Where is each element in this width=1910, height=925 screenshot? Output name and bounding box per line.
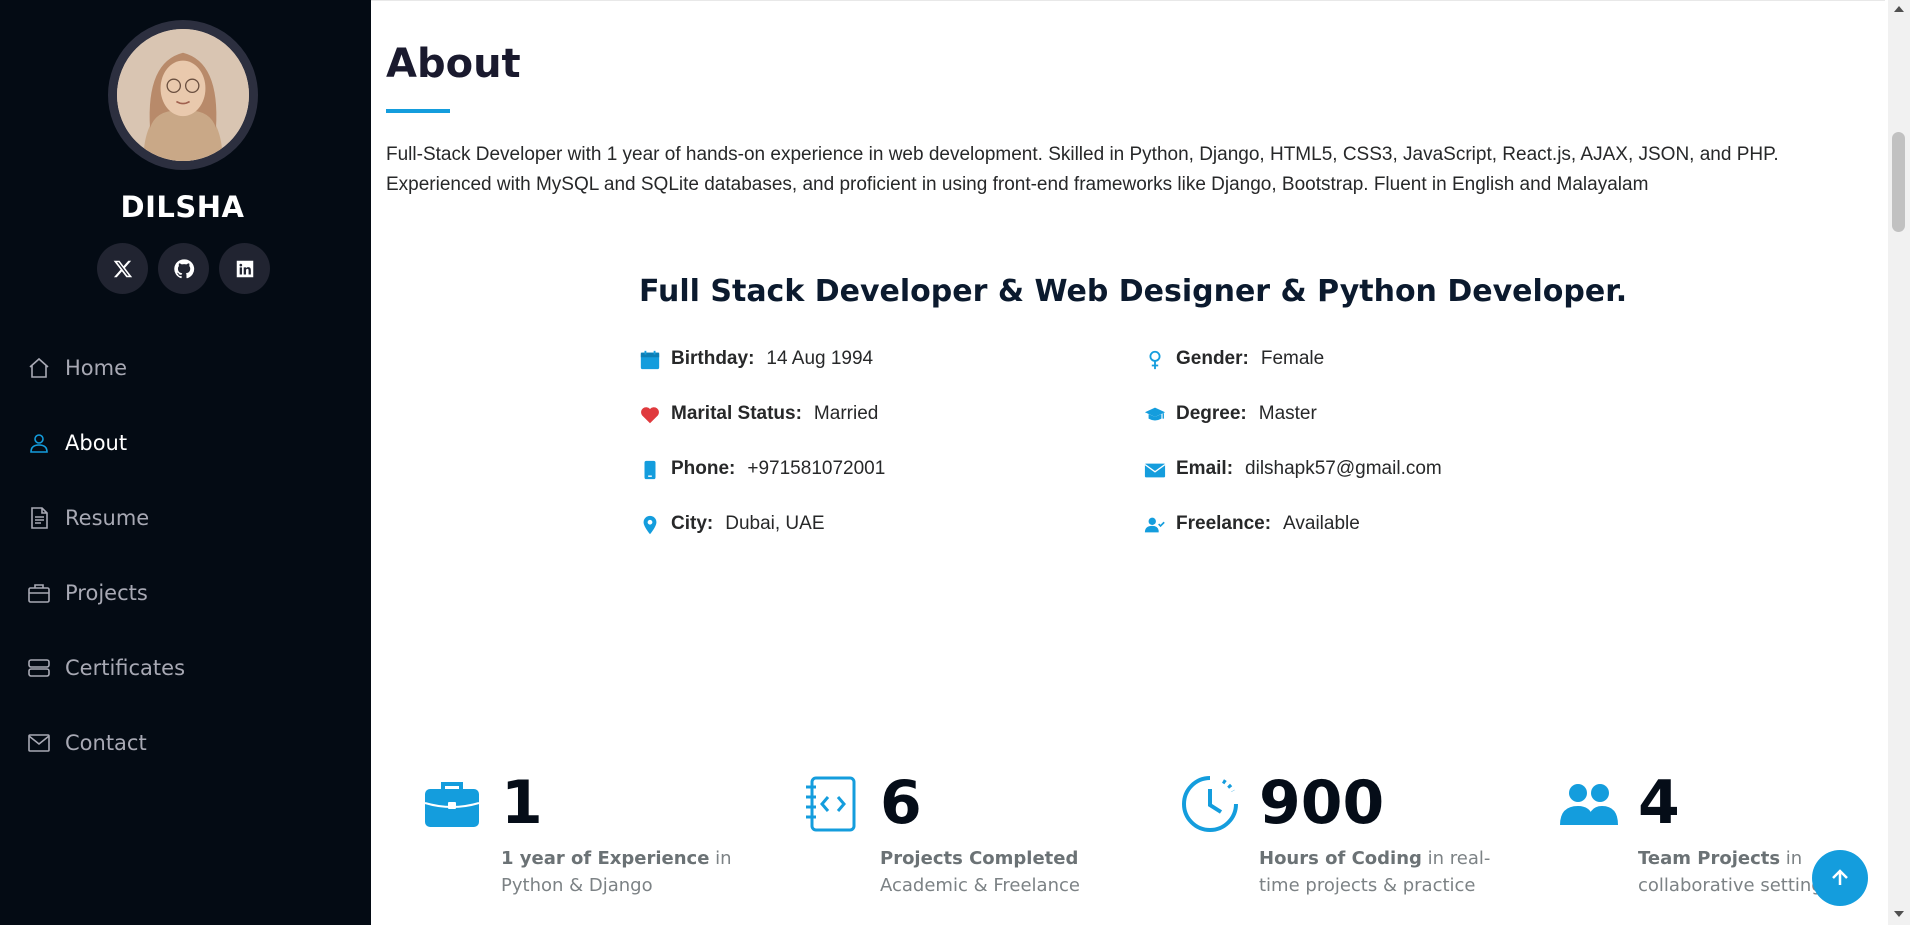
info-value: Master (1258, 403, 1317, 424)
female-icon (1149, 350, 1161, 370)
location-pin-icon (643, 515, 657, 535)
nav-label: Resume (65, 505, 150, 530)
nav-label: About (65, 430, 128, 455)
clock-icon (1182, 776, 1238, 832)
info-value: Available (1283, 513, 1360, 534)
sidebar: DILSHA Home About Resume Projects Certif… (0, 0, 371, 925)
linkedin-icon (236, 260, 253, 277)
nav-label: Home (65, 355, 128, 380)
info-label: Marital Status: (671, 403, 802, 424)
x-twitter-icon (113, 260, 132, 277)
stat-description: Hours of Coding in real-time projects & … (1259, 845, 1499, 899)
stat-rest: Academic & Freelance (880, 875, 1080, 896)
arrow-up-icon (1832, 869, 1848, 885)
stat-number: 1 (501, 768, 543, 838)
scroll-up-arrow[interactable] (1894, 6, 1904, 12)
info-column-left: Birthday: 14 Aug 1994 Marital Status: Ma… (639, 348, 1099, 568)
stat-description: 1 year of Experience in Python & Django (501, 845, 741, 899)
stat-bold: Team Projects (1638, 848, 1781, 869)
nav-label: Certificates (65, 655, 186, 680)
stat-number: 4 (1638, 768, 1680, 838)
info-label: Degree: (1176, 403, 1247, 424)
stat-bold: Hours of Coding (1259, 848, 1422, 869)
graduation-cap-icon (1144, 407, 1166, 421)
nav-item-projects[interactable]: Projects (0, 555, 371, 630)
stat-bold: Projects Completed (880, 848, 1079, 869)
person-check-icon (1144, 517, 1165, 533)
people-icon (1560, 784, 1618, 825)
info-row-phone: Phone: +971581072001 (639, 458, 1099, 513)
info-value: dilshapk57@gmail.com (1245, 458, 1442, 479)
x-twitter-link[interactable] (97, 243, 148, 294)
info-label: Phone: (671, 458, 736, 479)
title-underline (386, 109, 450, 113)
person-icon (30, 433, 48, 453)
nav-menu: Home About Resume Projects Certificates … (0, 330, 371, 780)
phone-icon (644, 460, 656, 480)
social-links (97, 243, 270, 294)
linkedin-link[interactable] (219, 243, 270, 294)
heart-icon (641, 407, 659, 424)
calendar-icon (640, 350, 660, 370)
nav-item-resume[interactable]: Resume (0, 480, 371, 555)
role-title: Full Stack Developer & Web Designer & Py… (639, 274, 1628, 309)
section-title: About (386, 41, 521, 87)
scroll-down-arrow[interactable] (1894, 911, 1904, 917)
info-label: Gender: (1176, 348, 1249, 369)
main-content: About Full-Stack Developer with 1 year o… (371, 0, 1885, 925)
nav-label: Contact (65, 730, 147, 755)
briefcase-icon (28, 583, 50, 603)
github-link[interactable] (158, 243, 209, 294)
info-label: City: (671, 513, 714, 534)
nav-item-certificates[interactable]: Certificates (0, 630, 371, 705)
stat-number: 900 (1259, 768, 1385, 838)
info-label: Freelance: (1176, 513, 1272, 534)
info-value: Married (813, 403, 879, 424)
info-column-right: Gender: Female Degree: Master Email: dil… (1144, 348, 1604, 568)
info-row-gender: Gender: Female (1144, 348, 1604, 403)
about-intro: Full-Stack Developer with 1 year of hand… (386, 140, 1866, 200)
profile-name: DILSHA (120, 190, 245, 224)
intro-line-2: Experienced with MySQL and SQLite databa… (386, 174, 1649, 195)
info-label: Birthday: (671, 348, 755, 369)
info-row-degree: Degree: Master (1144, 403, 1604, 458)
server-icon (28, 658, 50, 677)
info-value: +971581072001 (747, 458, 886, 479)
info-row-birthday: Birthday: 14 Aug 1994 (639, 348, 1099, 403)
github-icon (173, 258, 194, 278)
intro-line-1: Full-Stack Developer with 1 year of hand… (386, 144, 1779, 165)
scroll-thumb[interactable] (1892, 132, 1905, 232)
info-row-email: Email: dilshapk57@gmail.com (1144, 458, 1604, 513)
info-value: Dubai, UAE (725, 513, 825, 534)
info-label: Email: (1176, 458, 1234, 479)
info-row-freelance: Freelance: Available (1144, 513, 1604, 568)
info-row-marital-status: Marital Status: Married (639, 403, 1099, 458)
info-value: 14 Aug 1994 (766, 348, 874, 369)
info-value: Female (1260, 348, 1325, 369)
envelope-icon (28, 733, 50, 752)
stat-number: 6 (880, 768, 922, 838)
stat-bold: 1 year of Experience (501, 848, 710, 869)
avatar (108, 20, 258, 170)
info-row-city: City: Dubai, UAE (639, 513, 1099, 568)
envelope-icon (1144, 463, 1166, 478)
nav-label: Projects (65, 580, 148, 605)
page-scrollbar[interactable] (1888, 0, 1910, 925)
stat-description: Projects Completed Academic & Freelance (880, 845, 1120, 899)
nav-item-about[interactable]: About (0, 405, 371, 480)
profile-photo (117, 29, 249, 161)
nav-item-contact[interactable]: Contact (0, 705, 371, 780)
back-to-top-button[interactable] (1812, 850, 1868, 906)
house-icon (29, 357, 49, 378)
file-text-icon (31, 506, 48, 529)
briefcase-icon (424, 782, 480, 827)
nav-item-home[interactable]: Home (0, 330, 371, 405)
code-journal-icon (806, 776, 856, 832)
